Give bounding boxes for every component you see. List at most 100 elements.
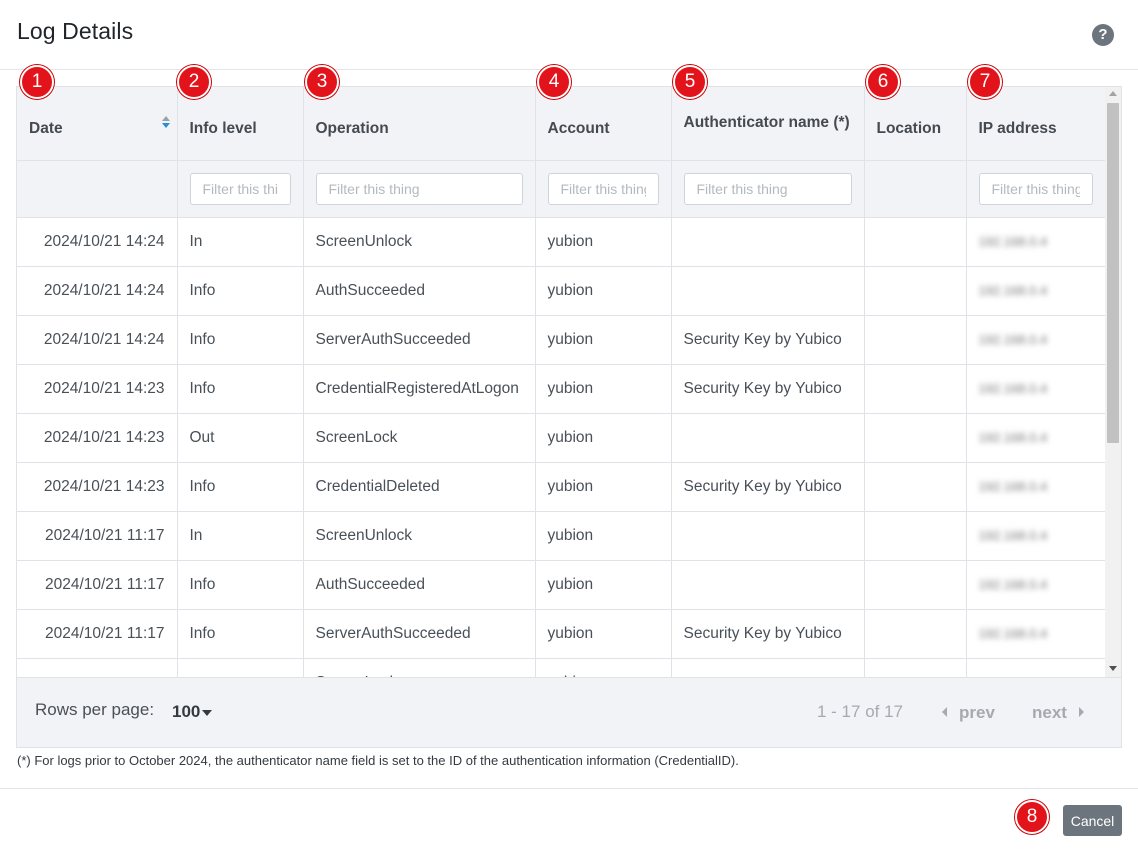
cell-authenticator xyxy=(671,413,865,463)
cell-location xyxy=(864,413,967,463)
cell-info-level: Info xyxy=(177,315,304,365)
cell-ip: 192.168.0.4 xyxy=(966,364,1105,414)
scrollbar-thumb[interactable] xyxy=(1107,103,1119,443)
cell-account: yubion xyxy=(535,413,672,463)
cell-ip: 192.168.0.4 xyxy=(966,511,1105,561)
ip-address-value: 192.168.0.4 xyxy=(978,380,1048,396)
table-row[interactable]: 2024/10/21 14:24 Info AuthSucceeded yubion 1… xyxy=(17,266,1105,316)
column-header-label: Location xyxy=(876,120,942,138)
table-row[interactable]: 2024/10/21 14:23 Info CredentialDeleted yub… xyxy=(17,462,1105,512)
filter-cell xyxy=(177,160,304,218)
filter-cell-empty xyxy=(17,160,178,218)
cell-operation: CredentialRegisteredAtLogon xyxy=(303,364,536,414)
dialog-title: Log Details xyxy=(17,18,134,44)
cell-operation: ScreenUnlock xyxy=(303,511,536,561)
account-filter-input[interactable] xyxy=(547,172,659,205)
annotation-marker: 5 xyxy=(673,65,707,99)
scroll-up-arrow-icon[interactable] xyxy=(1109,91,1117,96)
filter-cell-empty xyxy=(864,160,967,218)
cell-date: 2024/10/21 11:17 xyxy=(17,560,178,610)
cell-ip: 192.168.0.4 xyxy=(966,217,1105,267)
table-row[interactable]: 2024/10/21 11:17 Info ServerAuthSucceeded y… xyxy=(17,609,1105,659)
cell-info-level: Info xyxy=(177,266,304,316)
authenticator-filter-input[interactable] xyxy=(683,172,852,205)
cell-location xyxy=(864,462,967,512)
table-row[interactable]: 2024/10/21 11:17 In ScreenUnlock yubion 192.… xyxy=(17,511,1105,561)
caret-down-icon xyxy=(202,709,213,716)
cell-ip: 192.168.0.4 xyxy=(966,560,1105,610)
cell-operation: ServerAuthSucceeded xyxy=(303,609,536,659)
prev-page-button[interactable]: prev xyxy=(942,703,995,723)
table-row[interactable]: 2024/10/21 14:24 In ScreenUnlock yubion 192.… xyxy=(17,217,1105,267)
cell-date: 2024/10/21 14:23 xyxy=(17,462,178,512)
prev-label: prev xyxy=(959,703,995,722)
cell-ip: 192.168.0.4 xyxy=(966,315,1105,365)
cell-date: 2024/10/21 14:23 xyxy=(17,413,178,463)
cell-location xyxy=(864,609,967,659)
rows-per-page-select[interactable]: 100 xyxy=(172,702,213,722)
cell-account: yubion xyxy=(535,560,672,610)
cell-ip: 192.168.0.4 xyxy=(966,266,1105,316)
help-icon[interactable]: ? xyxy=(1092,24,1114,46)
rows-per-page-label: Rows per page: xyxy=(35,700,155,719)
cell-operation: AuthSucceeded xyxy=(303,560,536,610)
ip-address-value: 192.168.0.4 xyxy=(978,429,1048,445)
cell-location xyxy=(864,315,967,365)
table-row[interactable]: 2024/10/21 14:23 Info CredentialRegistered… xyxy=(17,364,1105,414)
filter-cell xyxy=(535,160,672,218)
cell-info-level: In xyxy=(177,217,304,267)
cell-account: yubion xyxy=(535,609,672,659)
annotation-marker: 8 xyxy=(1015,800,1049,834)
cell-account: yubion xyxy=(535,462,672,512)
annotation-marker: 1 xyxy=(20,65,54,99)
cell-operation: ScreenLock xyxy=(303,413,536,463)
table-row[interactable]: 2024/10/21 11:17 Info AuthSucceeded yubion 1… xyxy=(17,560,1105,610)
log-table-scroll-area[interactable]: Date Info level Operation Account Authen… xyxy=(17,87,1105,677)
cell-location xyxy=(864,560,967,610)
annotation-marker: 4 xyxy=(537,65,571,99)
ip-address-value: 192.168.0.4 xyxy=(978,233,1048,249)
column-header-label: Date xyxy=(29,120,63,138)
column-header-authenticator[interactable]: Authenticator name (*) xyxy=(671,87,865,161)
cell-info-level xyxy=(177,658,304,677)
cell-authenticator: Security Key by Yubico xyxy=(671,462,865,512)
column-header-operation[interactable]: Operation xyxy=(303,87,536,161)
sort-icon[interactable] xyxy=(161,115,171,129)
column-header-label: Account xyxy=(547,120,610,138)
cell-authenticator: Security Key by Yubico xyxy=(671,315,865,365)
cell-date: 2024/10/21 11:17 xyxy=(17,511,178,561)
table-row[interactable]: 2024/10/21 14:23 Out ScreenLock yubion 192.1… xyxy=(17,413,1105,463)
info-level-filter-input[interactable] xyxy=(189,172,291,205)
vertical-scrollbar[interactable] xyxy=(1105,87,1121,677)
column-header-label: IP address xyxy=(978,120,1057,138)
ip-address-value: 192.168.0.4 xyxy=(978,625,1048,641)
rows-per-page-value: 100 xyxy=(172,702,201,721)
ip-address-value: 192.168.0.4 xyxy=(978,527,1048,543)
cancel-button[interactable]: Cancel xyxy=(1063,805,1122,836)
cell-info-level: In xyxy=(177,511,304,561)
cell-date: 2024/10/21 14:24 xyxy=(17,266,178,316)
cell-account: yubion xyxy=(535,364,672,414)
cell-location xyxy=(864,364,967,414)
scroll-down-arrow-icon[interactable] xyxy=(1109,666,1117,671)
table-row[interactable]: 2024/10/21 14:24 Info ServerAuthSucceeded y… xyxy=(17,315,1105,365)
footer-divider xyxy=(0,788,1138,789)
caret-right-icon xyxy=(1078,707,1084,717)
cell-date: 2024/10/21 14:23 xyxy=(17,364,178,414)
cell-authenticator xyxy=(671,217,865,267)
cell-operation: ServerAuthSucceeded xyxy=(303,315,536,365)
column-header-label: Info level xyxy=(189,120,257,138)
table-row[interactable]: ScreenLockyubion xyxy=(17,658,1105,677)
cell-ip: 192.168.0.4 xyxy=(966,609,1105,659)
operation-filter-input[interactable] xyxy=(315,172,523,205)
next-page-button[interactable]: next xyxy=(1032,703,1084,723)
filter-cell xyxy=(303,160,536,218)
annotation-marker: 2 xyxy=(177,65,211,99)
cell-location xyxy=(864,511,967,561)
cell-authenticator: Security Key by Yubico xyxy=(671,609,865,659)
ip-filter-input[interactable] xyxy=(978,172,1093,205)
caret-left-icon xyxy=(942,707,947,717)
cell-info-level: Info xyxy=(177,609,304,659)
cell-date: 2024/10/21 14:24 xyxy=(17,217,178,267)
cell-account: yubion xyxy=(535,511,672,561)
